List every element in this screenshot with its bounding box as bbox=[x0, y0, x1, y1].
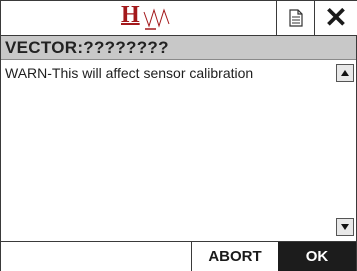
arrow-down-icon bbox=[341, 224, 349, 230]
logo-wave-icon bbox=[143, 8, 170, 30]
vertical-scrollbar[interactable] bbox=[334, 60, 356, 240]
scroll-up-button[interactable] bbox=[336, 64, 354, 82]
warning-message: WARN-This will affect sensor calibration bbox=[5, 65, 254, 81]
document-icon bbox=[288, 9, 303, 27]
logo-letter: H bbox=[121, 2, 140, 28]
ok-button[interactable]: OK bbox=[278, 242, 356, 271]
message-area: WARN-This will affect sensor calibration bbox=[1, 60, 334, 240]
document-button[interactable] bbox=[276, 1, 314, 35]
abort-button[interactable]: ABORT bbox=[191, 242, 279, 271]
dialog-title: VECTOR:???????? bbox=[5, 38, 169, 57]
close-button[interactable]: ✕ bbox=[314, 1, 357, 35]
arrow-up-icon bbox=[341, 70, 349, 76]
dialog-header: H ✕ bbox=[1, 1, 357, 36]
dialog-footer: ABORT OK bbox=[1, 241, 356, 271]
scroll-down-button[interactable] bbox=[336, 218, 354, 236]
dialog-window: H ✕ VECTOR:???????? WARN-This will affec… bbox=[0, 0, 357, 271]
title-bar: VECTOR:???????? bbox=[1, 36, 356, 60]
hw-logo: H bbox=[121, 2, 231, 32]
close-icon: ✕ bbox=[324, 2, 348, 33]
